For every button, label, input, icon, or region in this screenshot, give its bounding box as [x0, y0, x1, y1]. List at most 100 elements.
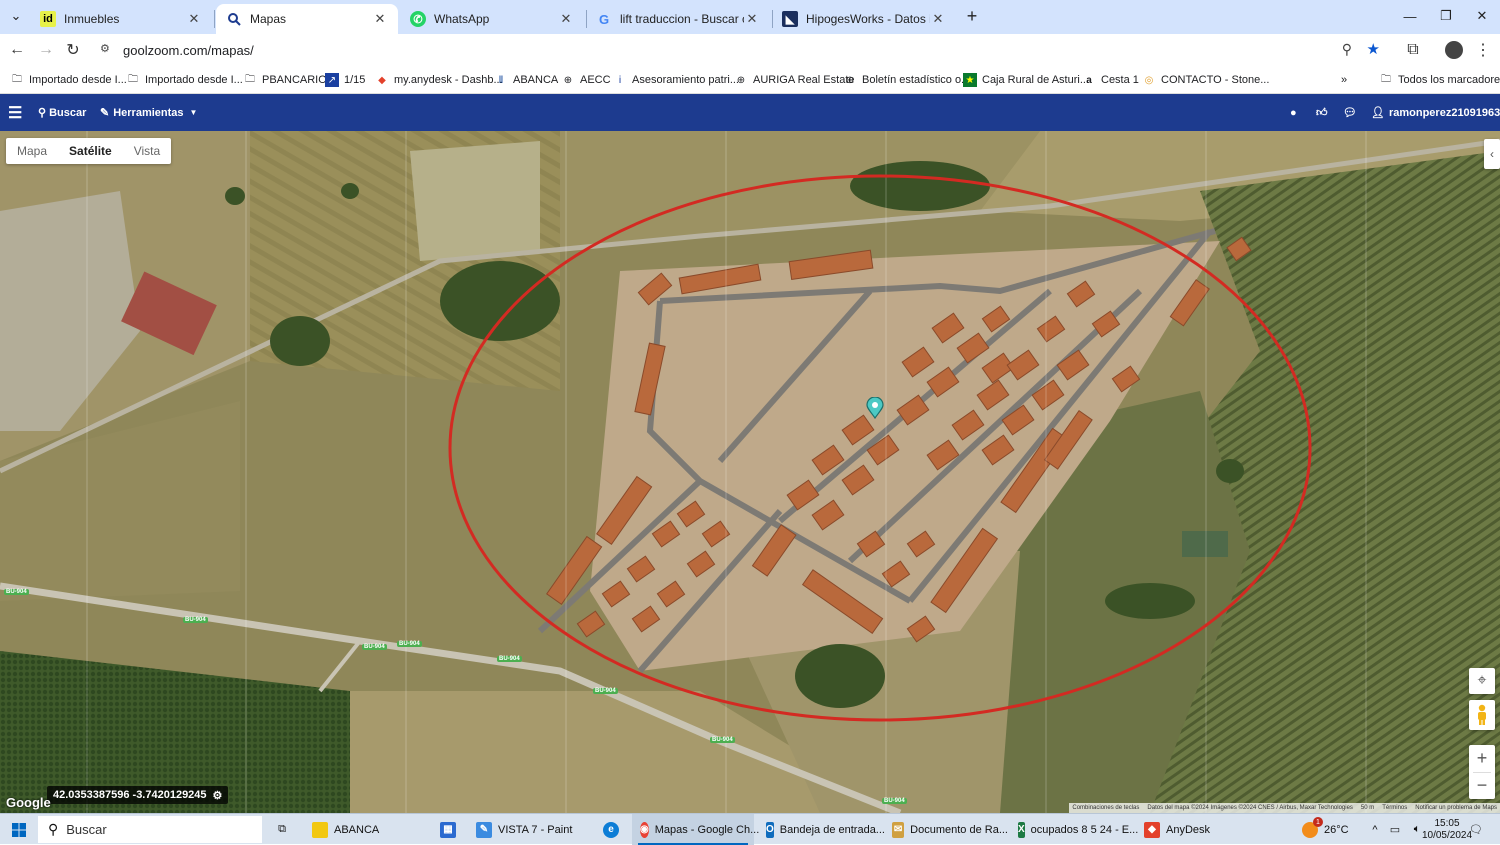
my-location-button[interactable]: ⌖: [1469, 668, 1495, 694]
more-bookmarks-button[interactable]: »: [1341, 71, 1347, 89]
location-pin-icon[interactable]: [866, 396, 884, 422]
taskbar-app-edge[interactable]: e: [598, 814, 624, 845]
bookmark-cesta[interactable]: a Cesta 1: [1082, 71, 1139, 89]
restore-button[interactable]: ❐: [1429, 4, 1463, 28]
network-icon[interactable]: ▭: [1386, 814, 1404, 845]
map-type-vista[interactable]: Vista: [123, 138, 171, 164]
extensions-button[interactable]: ⧉: [1401, 38, 1425, 62]
address-url[interactable]: goolzoom.com/mapas/: [123, 43, 254, 58]
gear-icon[interactable]: ⚙: [213, 789, 223, 802]
tab-inmuebles[interactable]: id Inmuebles ✕: [30, 4, 212, 34]
speaker-icon: 🔈︎: [1413, 823, 1421, 835]
task-view-icon: ⧉: [278, 823, 286, 835]
more-vert-icon: ⋮: [1475, 42, 1491, 59]
close-icon[interactable]: ✕: [186, 11, 202, 27]
minimize-button[interactable]: —: [1393, 4, 1427, 28]
task-view-button[interactable]: ⧉: [272, 814, 292, 845]
bookmark-folder-1[interactable]: 🗀 Importado desde I...: [10, 71, 127, 89]
user-menu[interactable]: 👤︎ramonperez21091963▼: [1371, 94, 1500, 131]
mail-icon: ✉: [892, 821, 905, 838]
tab-mapas[interactable]: Mapas ✕: [216, 4, 398, 34]
new-tab-button[interactable]: +: [958, 4, 986, 28]
close-icon[interactable]: ✕: [372, 11, 388, 27]
clock[interactable]: 15:05 10/05/2024: [1422, 814, 1472, 845]
bookmark-folder-3[interactable]: 🗀 PBANCARIO: [243, 71, 327, 89]
scale-bar[interactable]: 50 m: [1361, 805, 1374, 811]
notifications-button[interactable]: 🗨︎: [1466, 814, 1486, 845]
bookmark-folder-2[interactable]: 🗀 Importado desde I...: [126, 71, 243, 89]
taskbar-search[interactable]: ⚲ Buscar: [38, 816, 262, 843]
taskbar-app-excel[interactable]: Xocupados 8 5 24 - E...: [1012, 814, 1138, 845]
street-view-pegman[interactable]: [1469, 700, 1495, 730]
taskbar-app-label: ABANCA: [334, 823, 380, 836]
all-bookmarks-button[interactable]: 🗀 Todos los marcadores: [1379, 71, 1500, 89]
bookmark-aecc[interactable]: ⊕ AECC: [561, 71, 611, 89]
menu-button[interactable]: ⋮: [1471, 38, 1495, 62]
back-button[interactable]: ←: [5, 38, 29, 62]
map-attribution: Combinaciones de teclas Datos del mapa ©…: [1069, 803, 1500, 813]
bookmark-1-15[interactable]: ↗ 1/15: [325, 71, 365, 89]
taskbar-app-anydesk[interactable]: ◆ AnyDesk: [1138, 814, 1248, 845]
close-icon[interactable]: ✕: [744, 11, 760, 27]
taskbar-app-store[interactable]: ▦: [436, 814, 460, 845]
start-button[interactable]: [6, 814, 32, 845]
close-window-button[interactable]: ✕: [1465, 4, 1499, 28]
browser-tab-strip: ⌄ id Inmuebles ✕ Mapas ✕ ✆ WhatsApp ✕ G …: [0, 0, 1500, 34]
tab-hipogesworks[interactable]: ◣ HipogesWorks - Datos inmueb ✕: [772, 4, 956, 34]
browser-toolbar: ← → ↻ ⚙ goolzoom.com/mapas/ ⚲ ★ ⧉ ⋮: [0, 34, 1500, 66]
profile-button[interactable]: [1442, 38, 1466, 62]
road-label: BU-904: [362, 644, 387, 650]
keyboard-shortcuts-link[interactable]: Combinaciones de teclas: [1072, 805, 1139, 811]
zoom-in-button[interactable]: +: [1477, 745, 1488, 772]
like-button[interactable]: 👍︎: [1316, 94, 1328, 131]
reload-button[interactable]: ↻: [61, 38, 85, 62]
minimize-icon: —: [1403, 8, 1417, 24]
terms-link[interactable]: Términos: [1382, 805, 1407, 811]
road-label: BU-904: [593, 688, 618, 694]
pegman-icon: [1478, 704, 1486, 725]
coordinates-text: 42.0353387596 -3.7420129245: [53, 789, 207, 801]
tab-google-search[interactable]: G lift traduccion - Buscar con Goo ✕: [586, 4, 770, 34]
report-problem-link[interactable]: Notificar un problema de Maps: [1415, 805, 1497, 811]
bookmark-boletin[interactable]: ⊕ Boletín estadístico o...: [843, 71, 970, 89]
hamburger-menu-button[interactable]: ☰: [8, 94, 22, 131]
chat-button[interactable]: 💬︎: [1343, 94, 1357, 131]
thumbs-up-icon: 👍︎: [1316, 107, 1328, 119]
tools-menu[interactable]: ✎ Herramientas ▼: [100, 94, 197, 131]
bookmark-caja-rural[interactable]: ★ Caja Rural de Asturi...: [963, 71, 1089, 89]
taskbar-app-paint[interactable]: ✎ VISTA 7 - Paint: [470, 814, 590, 845]
satellite-map[interactable]: BU-904 BU-904 BU-904 BU-904 BU-904 BU-90…: [0, 131, 1500, 813]
address-bar[interactable]: ⚙ goolzoom.com/mapas/ ⚲ ★: [92, 36, 1388, 64]
taskbar-app-document[interactable]: ✉ Documento de Ra...: [886, 814, 1008, 845]
bookmark-auriga[interactable]: ⊕ AURIGA Real Estate: [734, 71, 855, 89]
weather-widget[interactable]: 26°C: [1302, 814, 1358, 845]
search-button[interactable]: ⚲ Buscar: [38, 94, 86, 131]
map-type-satelite[interactable]: Satélite: [58, 138, 123, 164]
bookmark-star-icon[interactable]: ★: [1367, 40, 1380, 58]
tab-search-button[interactable]: ⌄: [2, 4, 30, 28]
tools-label: Herramientas: [113, 106, 184, 119]
forward-button[interactable]: →: [34, 38, 58, 62]
bookmark-label: Caja Rural de Asturi...: [982, 74, 1089, 86]
tab-title: lift traduccion - Buscar con Goo: [620, 12, 744, 26]
restore-icon: ❐: [1440, 8, 1452, 23]
map-type-mapa[interactable]: Mapa: [6, 138, 58, 164]
close-icon[interactable]: ✕: [558, 11, 574, 27]
site-info-icon[interactable]: ⚙: [100, 42, 110, 55]
taskbar-app-abanca[interactable]: ABANCA: [306, 814, 426, 845]
close-icon[interactable]: ✕: [930, 11, 946, 27]
bookmark-asesoramiento[interactable]: ⅰ Asesoramiento patri...: [613, 71, 739, 89]
taskbar-app-chrome[interactable]: ◉ Mapas - Google Ch...: [632, 814, 759, 845]
side-panel-toggle[interactable]: ‹: [1484, 139, 1500, 169]
bookmark-anydesk[interactable]: ◆ my.anydesk - Dashb...: [375, 71, 502, 89]
tab-whatsapp[interactable]: ✆ WhatsApp ✕: [400, 4, 584, 34]
bookmark-abanca[interactable]: Ⅱ ABANCA: [494, 71, 559, 89]
folder-icon: 🗀: [128, 73, 138, 85]
show-hidden-icons-button[interactable]: ^: [1368, 814, 1382, 845]
search-icon[interactable]: ⚲: [1342, 41, 1352, 58]
minus-icon: −: [1476, 775, 1488, 796]
help-button[interactable]: ●: [1290, 94, 1297, 131]
taskbar-app-outlook[interactable]: O Bandeja de entrada...: [760, 814, 885, 845]
bookmark-contacto[interactable]: ◎ CONTACTO - Stone...: [1142, 71, 1270, 89]
zoom-out-button[interactable]: −: [1477, 773, 1488, 800]
